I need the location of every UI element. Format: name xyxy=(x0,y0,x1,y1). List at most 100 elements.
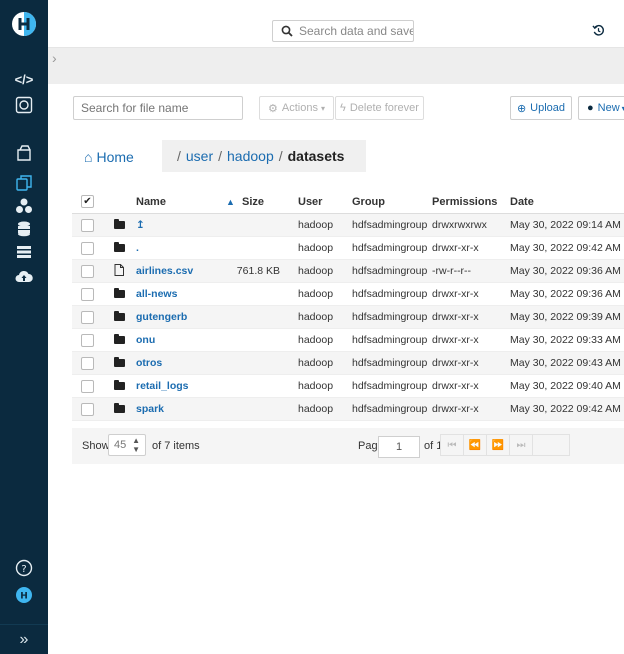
actions-button-label: Actions xyxy=(281,102,318,114)
column-header-size[interactable]: Size xyxy=(242,190,288,213)
file-size xyxy=(234,283,280,305)
file-user: hadoop xyxy=(298,219,334,231)
breadcrumb-separator: / xyxy=(177,148,181,164)
row-checkbox[interactable] xyxy=(81,352,97,374)
table-row[interactable]: gutengerb hadoop hdfsadmingroup drwxr-xr-x M… xyxy=(72,306,624,329)
row-checkbox[interactable] xyxy=(81,375,97,397)
home-icon: ⌂ xyxy=(84,149,93,165)
table-row[interactable]: all-news hadoop hdfsadmingroup drwxr-xr-x Ma… xyxy=(72,283,624,306)
row-checkbox[interactable] xyxy=(81,237,97,259)
file-size xyxy=(234,375,280,397)
upload-button[interactable]: ⊕ Upload xyxy=(510,96,572,120)
breadcrumb-path: / user / hadoop / datasets xyxy=(162,140,366,172)
row-checkbox[interactable] xyxy=(81,260,97,282)
collapse-sidebar-icon[interactable]: » xyxy=(0,624,48,654)
file-table: ✔ Name ▲ Size User Group Permissions Dat… xyxy=(72,190,624,421)
file-permissions: drwxr-xr-x xyxy=(432,242,479,254)
breadcrumb-home-label: Home xyxy=(96,149,134,165)
new-button-label: New xyxy=(597,102,620,114)
file-toolbar: ⚙ Actions ▾ ϟ Delete forever ⊕ Upload ● … xyxy=(48,84,624,144)
file-date: May 30, 2022 09:14 AM xyxy=(510,219,621,231)
folder-icon xyxy=(114,403,125,413)
breadcrumb-home[interactable]: ⌂ Home xyxy=(84,149,134,165)
spinner-icon: ▲ ▼ xyxy=(132,436,140,454)
table-row[interactable]: otros hadoop hdfsadmingroup drwxr-xr-x May 3… xyxy=(72,352,624,375)
row-checkbox[interactable] xyxy=(81,283,97,305)
table-row[interactable]: retail_logs hadoop hdfsadmingroup drwxr-xr-… xyxy=(72,375,624,398)
sidebar: </> ? H » xyxy=(0,0,48,654)
help-icon[interactable]: ? xyxy=(0,553,48,583)
table-row[interactable]: . hadoop hdfsadmingroup drwxr-xr-x May 30, 2… xyxy=(72,237,624,260)
row-checkbox[interactable] xyxy=(81,329,97,351)
row-checkbox[interactable] xyxy=(81,398,97,420)
hue-logo-icon[interactable] xyxy=(0,0,48,48)
folder-icon xyxy=(114,311,125,321)
delete-forever-label: Delete forever xyxy=(349,102,419,114)
global-search-input[interactable]: Search data and saved q xyxy=(272,20,414,42)
previous-page-icon[interactable]: ⏪ xyxy=(463,434,487,456)
page-size-select[interactable]: 45 ▲ ▼ xyxy=(108,434,146,456)
folder-icon xyxy=(114,357,125,367)
file-date: May 30, 2022 09:42 AM xyxy=(510,403,621,415)
items-count-label: of 7 items xyxy=(152,440,200,452)
table-row[interactable]: spark hadoop hdfsadmingroup drwxr-xr-x May 3… xyxy=(72,398,624,421)
select-all-checkbox[interactable]: ✔ xyxy=(81,190,97,213)
pager-spacer xyxy=(532,434,570,456)
file-date: May 30, 2022 09:40 AM xyxy=(510,380,621,392)
column-header-name[interactable]: Name xyxy=(136,190,256,213)
breadcrumb-separator: / xyxy=(278,148,283,164)
pagination-footer: Show 45 ▲ ▼ of 7 items Page 1 of 1 ⏮ ⏪ ⏩ … xyxy=(72,428,624,464)
column-header-group[interactable]: Group xyxy=(352,190,430,213)
breadcrumb-segment-hadoop[interactable]: hadoop xyxy=(227,148,274,164)
folder-icon xyxy=(114,334,125,344)
expand-assist-icon[interactable]: › xyxy=(52,50,57,66)
bolt-icon: ϟ xyxy=(340,102,346,114)
column-header-date[interactable]: Date xyxy=(510,190,624,213)
file-name-search-input[interactable] xyxy=(73,96,243,120)
file-group: hdfsadmingroup xyxy=(352,288,428,300)
table-row[interactable]: ↥ hadoop hdfsadmingroup drwxrwxrwx May 30, 2… xyxy=(72,214,624,237)
gear-icon: ⚙ xyxy=(268,102,278,115)
file-user: hadoop xyxy=(298,242,334,254)
row-checkbox[interactable] xyxy=(81,214,97,236)
top-bar: Search data and saved q xyxy=(48,0,624,48)
file-size xyxy=(234,237,280,259)
last-page-icon[interactable]: ⏭ xyxy=(509,434,533,456)
actions-button[interactable]: ⚙ Actions ▾ xyxy=(259,96,334,120)
upload-circle-icon: ⊕ xyxy=(516,102,527,115)
scheduler-icon[interactable] xyxy=(0,90,48,120)
file-date: May 30, 2022 09:36 AM xyxy=(510,288,621,300)
row-checkbox[interactable] xyxy=(81,306,97,328)
column-header-permissions[interactable]: Permissions xyxy=(432,190,504,213)
delete-forever-button[interactable]: ϟ Delete forever xyxy=(335,96,424,120)
breadcrumb-separator: / xyxy=(218,148,223,164)
file-user: hadoop xyxy=(298,288,334,300)
next-page-icon[interactable]: ⏩ xyxy=(486,434,510,456)
page-size-value: 45 xyxy=(114,439,127,451)
file-date: May 30, 2022 09:39 AM xyxy=(510,311,621,323)
table-row[interactable]: airlines.csv 761.8 KB hadoop hdfsadmingroup… xyxy=(72,260,624,283)
pager-buttons: ⏮ ⏪ ⏩ ⏭ xyxy=(440,434,606,456)
file-group: hdfsadmingroup xyxy=(352,403,428,415)
file-permissions: drwxr-xr-x xyxy=(432,357,479,369)
file-size xyxy=(234,214,280,236)
column-header-user[interactable]: User xyxy=(298,190,348,213)
file-permissions: drwxr-xr-x xyxy=(432,403,479,415)
new-button[interactable]: ● New ▾ xyxy=(578,96,624,120)
file-user: hadoop xyxy=(298,265,334,277)
page-number-input[interactable]: 1 xyxy=(378,436,420,458)
first-page-icon[interactable]: ⏮ xyxy=(440,434,464,456)
file-group: hdfsadmingroup xyxy=(352,242,428,254)
jobs-icon[interactable] xyxy=(0,138,48,168)
breadcrumb-segment-user[interactable]: user xyxy=(186,148,213,164)
history-icon[interactable] xyxy=(588,20,608,40)
plus-circle-icon: ● xyxy=(587,102,594,114)
file-size: 761.8 KB xyxy=(236,265,280,277)
search-icon xyxy=(281,25,293,37)
file-user: hadoop xyxy=(298,357,334,369)
user-avatar-icon[interactable]: H xyxy=(0,580,48,610)
file-user: hadoop xyxy=(298,380,334,392)
cloud-upload-icon[interactable] xyxy=(0,262,48,292)
global-search-placeholder: Search data and saved q xyxy=(299,24,413,38)
table-row[interactable]: onu hadoop hdfsadmingroup drwxr-xr-x May 30,… xyxy=(72,329,624,352)
